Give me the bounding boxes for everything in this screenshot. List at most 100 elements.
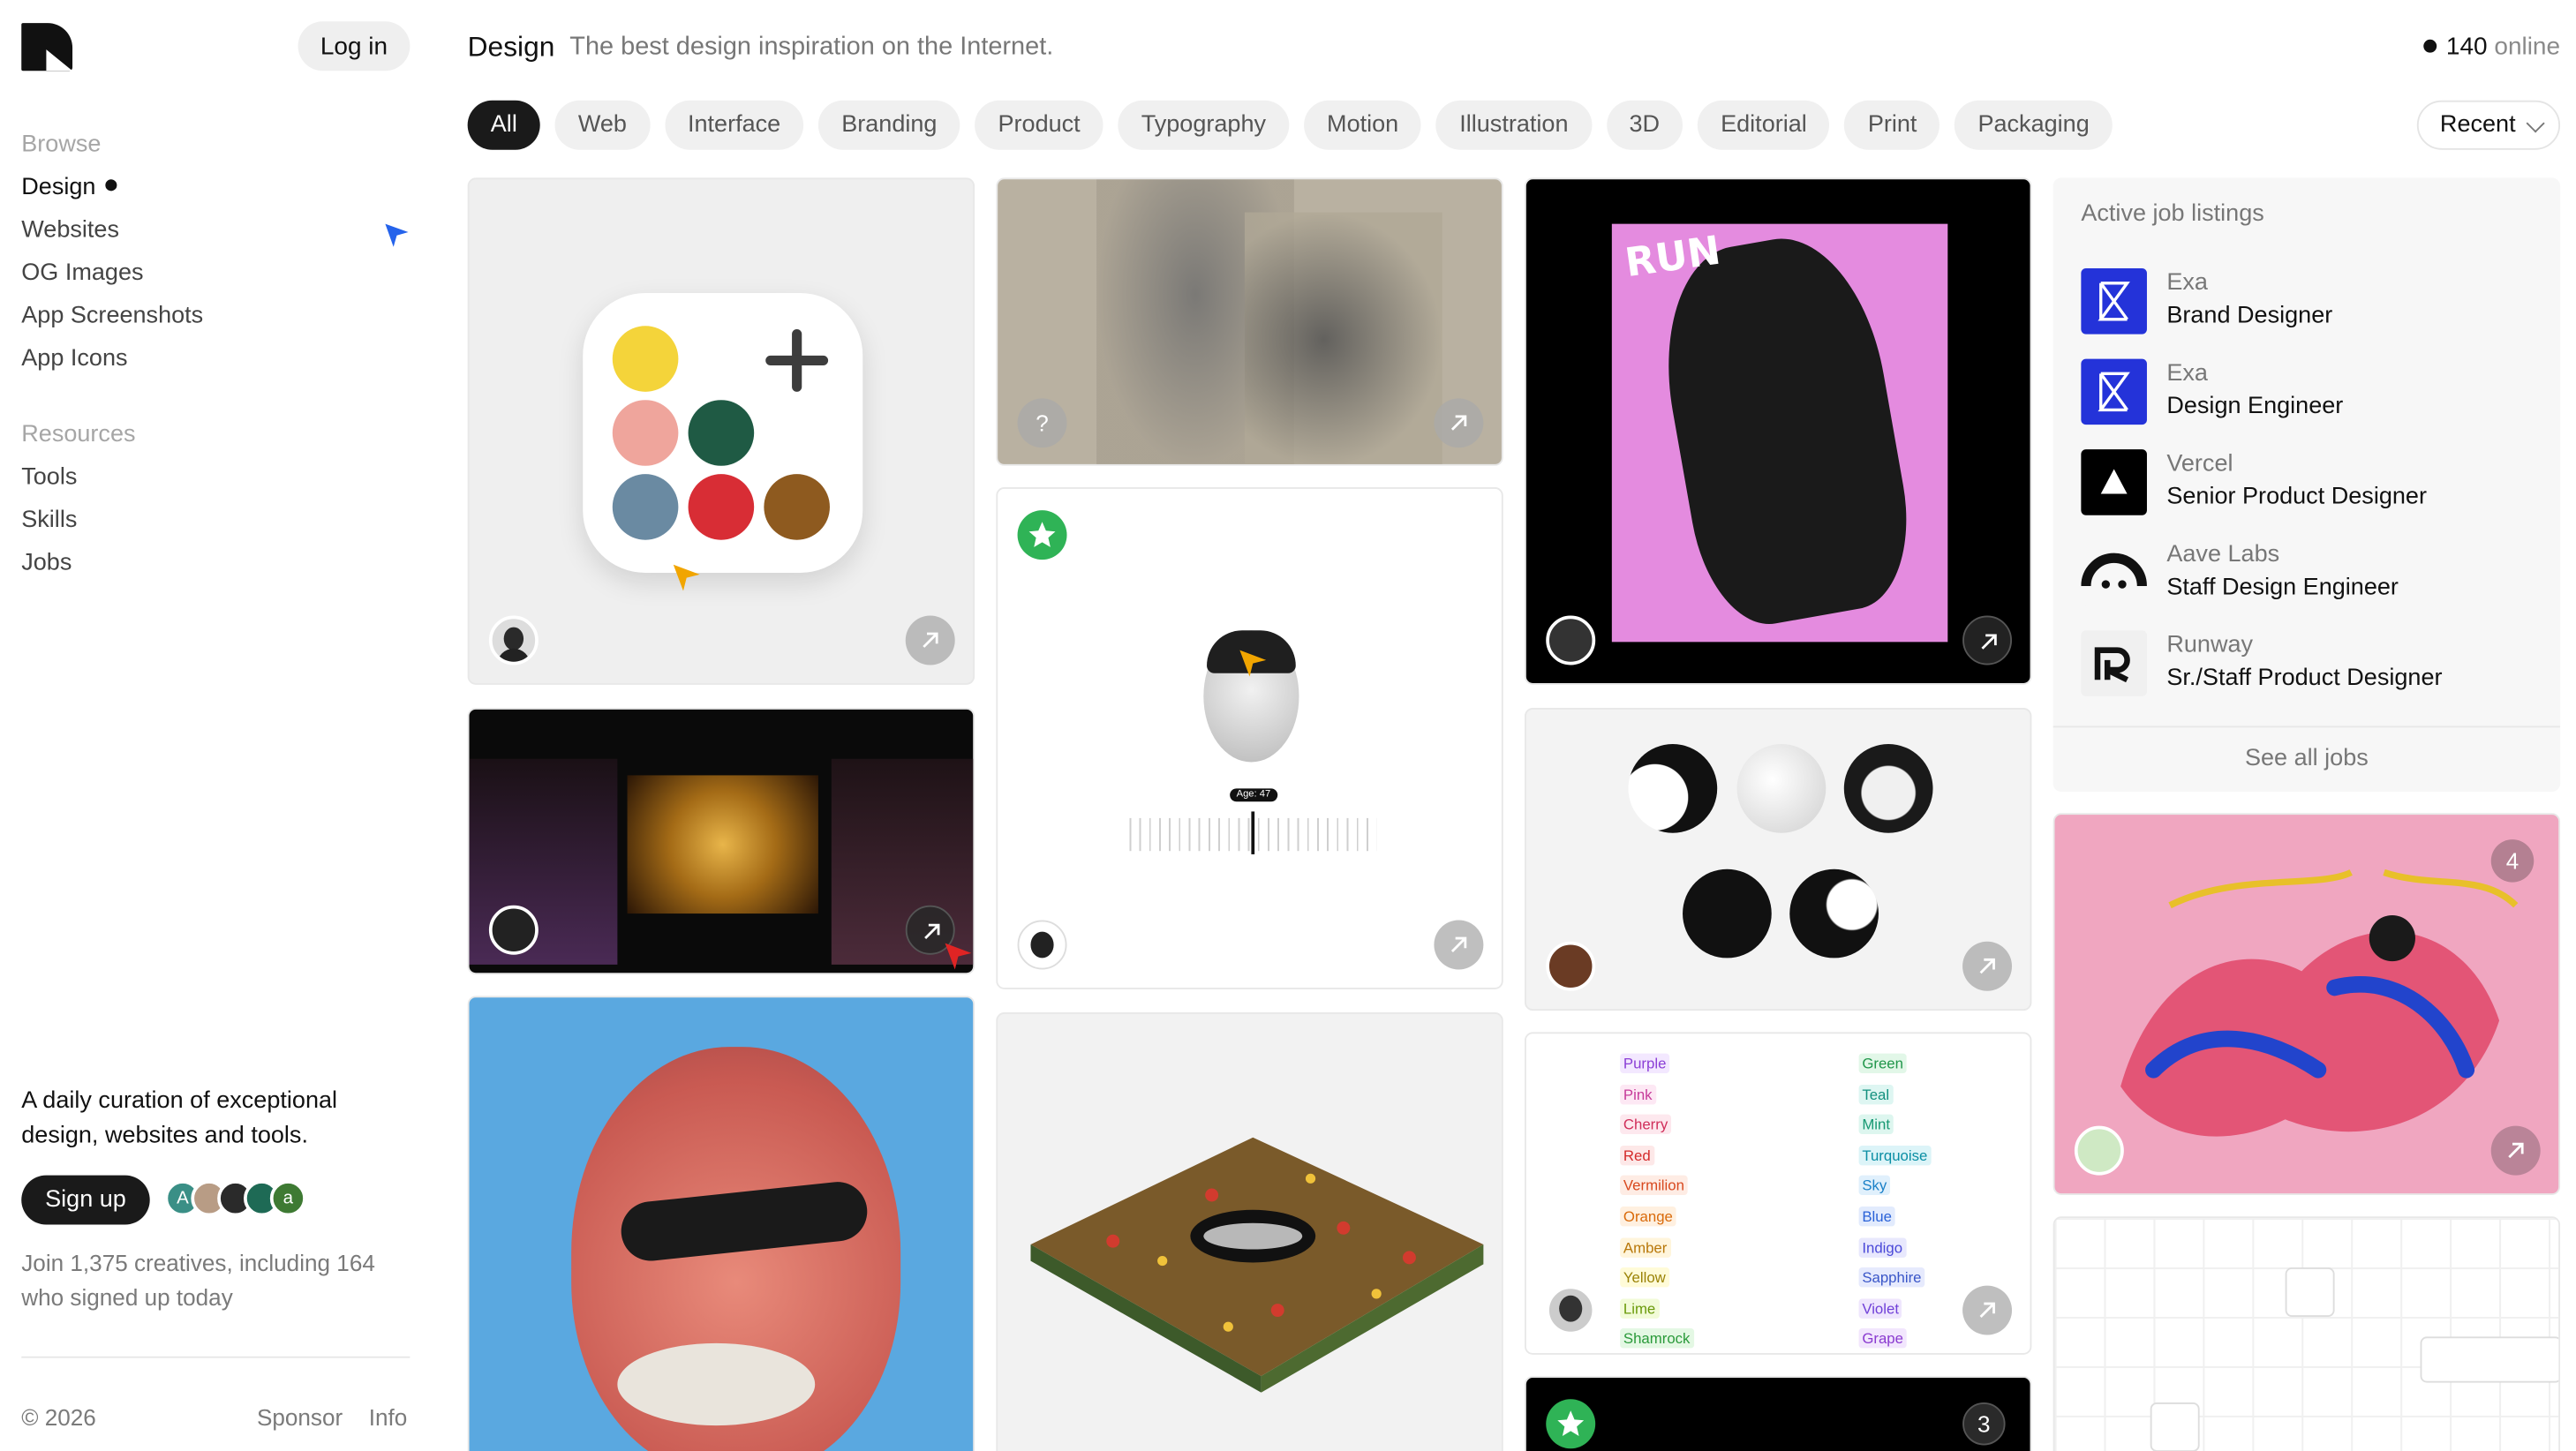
swatch-label: Pink <box>1620 1084 1656 1104</box>
filter-3d[interactable]: 3D <box>1606 100 1683 150</box>
age-label: Age: 47 <box>1230 788 1277 802</box>
online-indicator: 140 online <box>2422 33 2560 62</box>
filter-packaging[interactable]: Packaging <box>1955 100 2113 150</box>
sidebar-item-skills[interactable]: Skills <box>21 499 135 541</box>
card-flower-field[interactable] <box>996 1011 1503 1451</box>
sidebar-item-tools[interactable]: Tools <box>21 456 135 499</box>
swatch-label: Lime <box>1620 1298 1660 1319</box>
sidebar-item-design[interactable]: Design <box>21 166 203 208</box>
job-company: Aave Labs <box>2166 541 2280 568</box>
swatch-label: Amber <box>1620 1237 1671 1258</box>
aave-logo-icon <box>2081 539 2147 606</box>
see-all-jobs-link[interactable]: See all jobs <box>2053 746 2560 772</box>
resources-header: Resources <box>21 421 136 448</box>
card-face-portrait[interactable] <box>467 996 975 1451</box>
filter-product[interactable]: Product <box>975 100 1103 150</box>
job-listings-header: Active job listings <box>2081 200 2264 228</box>
swatch-label: Teal <box>1858 1084 1893 1104</box>
swatch-label: Cherry <box>1620 1114 1672 1135</box>
sponsor-link[interactable]: Sponsor <box>257 1404 343 1431</box>
filter-all[interactable]: All <box>467 100 540 150</box>
job-title: Sr./Staff Product Designer <box>2166 665 2443 692</box>
filter-motion[interactable]: Motion <box>1303 100 1422 150</box>
swatch-list-left: Purple Pink Cherry Red Vermilion Orange … <box>1620 1050 1694 1353</box>
filter-branding[interactable]: Branding <box>818 100 960 150</box>
card-dark-web[interactable] <box>467 707 975 975</box>
filter-print[interactable]: Print <box>1844 100 1940 150</box>
card-dark-featured[interactable]: 3 <box>1524 1376 2032 1451</box>
sidebar-item-websites[interactable]: Websites <box>21 209 203 252</box>
author-avatar[interactable] <box>1017 920 1067 970</box>
filter-web[interactable]: Web <box>554 100 651 150</box>
logo[interactable] <box>21 23 73 71</box>
join-text: Join 1,375 creatives, including 164 who … <box>21 1249 375 1311</box>
swatch-list-right: Green Teal Mint Turquoise Sky Blue Indig… <box>1858 1050 1932 1353</box>
runway-logo-icon <box>2081 630 2147 696</box>
login-button[interactable]: Log in <box>298 21 411 71</box>
member-avatars: A a <box>164 1180 306 1220</box>
filter-bar: All Web Interface Branding Product Typog… <box>467 100 2113 150</box>
node-icon <box>2285 1267 2335 1317</box>
open-arrow-button[interactable] <box>1434 398 1484 448</box>
open-arrow-button[interactable] <box>1962 615 2013 665</box>
sidebar-item-label: Design <box>21 174 96 201</box>
signup-button[interactable]: Sign up <box>21 1175 150 1225</box>
open-arrow-button[interactable] <box>1434 920 1484 970</box>
featured-star-icon <box>1017 510 1067 560</box>
slider-handle[interactable] <box>1251 811 1255 854</box>
job-listings-panel: Active job listings Exa Brand Designer E… <box>2053 177 2561 793</box>
open-arrow-button[interactable] <box>2490 1125 2541 1176</box>
divider <box>21 1356 411 1358</box>
author-avatar[interactable] <box>1546 941 1596 991</box>
info-link[interactable]: Info <box>369 1404 408 1431</box>
job-item[interactable]: Exa Brand Designer <box>2081 267 2542 335</box>
help-button[interactable]: ? <box>1017 398 1067 448</box>
avatar: a <box>269 1180 306 1217</box>
swatch-label: Turquoise <box>1858 1145 1932 1166</box>
sidebar-item-app-screenshots[interactable]: App Screenshots <box>21 295 203 337</box>
browse-section: Browse Design Websites OG Images App Scr… <box>21 124 203 380</box>
card-sphere-renders[interactable] <box>1524 707 2032 1011</box>
open-arrow-button[interactable] <box>1962 1285 2013 1335</box>
count-badge: 3 <box>1962 1402 2006 1446</box>
resources-section: Resources Tools Skills Jobs <box>21 413 135 584</box>
card-run-poster[interactable]: RUN <box>1524 177 2032 685</box>
swatch-label: Mint <box>1858 1114 1894 1135</box>
filter-interface[interactable]: Interface <box>664 100 804 150</box>
author-avatar[interactable] <box>488 905 539 955</box>
sidebar-item-app-icons[interactable]: App Icons <box>21 337 203 380</box>
open-arrow-button[interactable] <box>905 615 955 665</box>
job-item[interactable]: Aave Labs Staff Design Engineer <box>2081 539 2542 606</box>
sidebar-item-jobs[interactable]: Jobs <box>21 542 135 584</box>
job-item[interactable]: Vercel Senior Product Designer <box>2081 449 2542 515</box>
exa-logo-icon <box>2081 358 2147 425</box>
sort-select[interactable]: Recent <box>2416 100 2561 150</box>
main-content: Design The best design inspiration on th… <box>467 0 2576 1451</box>
card-blurred-photo[interactable]: ? <box>996 177 1503 466</box>
swatch-label: Orange <box>1620 1206 1676 1227</box>
card-color-swatches[interactable]: Purple Pink Cherry Red Vermilion Orange … <box>1524 1032 2032 1355</box>
author-avatar[interactable] <box>488 615 539 665</box>
sidebar-item-og-images[interactable]: OG Images <box>21 252 203 294</box>
author-avatar[interactable] <box>1546 615 1596 665</box>
filter-editorial[interactable]: Editorial <box>1697 100 1830 150</box>
job-company: Exa <box>2166 360 2208 387</box>
tagline: A daily curation of exceptional design, … <box>21 1087 338 1149</box>
author-avatar[interactable] <box>1546 1285 1596 1335</box>
filter-typography[interactable]: Typography <box>1118 100 1290 150</box>
job-item[interactable]: Runway Sr./Staff Product Designer <box>2081 630 2542 696</box>
job-company: Vercel <box>2166 451 2233 477</box>
author-avatar[interactable] <box>2074 1125 2124 1176</box>
app-root: Log in Browse Design Websites OG Images … <box>0 0 2576 1451</box>
card-age-slider[interactable]: Age: 47 <box>996 487 1503 989</box>
card-app-icon[interactable] <box>467 177 975 685</box>
open-arrow-button[interactable] <box>1962 941 2013 991</box>
card-illustration[interactable]: 4 <box>2053 813 2561 1195</box>
job-item[interactable]: Exa Design Engineer <box>2081 358 2542 425</box>
filter-illustration[interactable]: Illustration <box>1436 100 1592 150</box>
page-subtitle: The best design inspiration on the Inter… <box>569 33 1054 62</box>
online-dot <box>2422 39 2437 53</box>
online-count: 140 <box>2445 33 2488 62</box>
yellow-cursor-icon <box>1239 650 1267 677</box>
card-wireframe-grid[interactable] <box>2053 1216 2561 1451</box>
